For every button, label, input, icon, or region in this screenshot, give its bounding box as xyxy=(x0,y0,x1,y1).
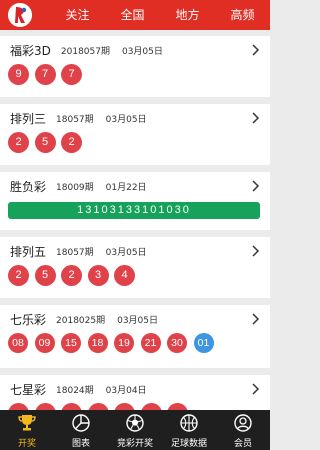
red-ball: 18 xyxy=(87,333,108,353)
red-ball: 7 xyxy=(61,64,82,85)
lottery-name: 福彩3D xyxy=(10,43,51,58)
card-header: 排列五 18057期 03月05日 xyxy=(10,243,147,259)
nav-item-football-data[interactable]: 足球数据 xyxy=(162,410,216,450)
red-ball: 2 xyxy=(61,132,82,153)
nav-item-draw[interactable]: 开奖 xyxy=(0,410,54,450)
top-header: 关注 全国 地方 高频 xyxy=(0,0,270,30)
tab-high-frequency[interactable]: 高频 xyxy=(215,0,270,30)
lottery-name: 排列五 xyxy=(10,244,47,259)
card-header: 七星彩 18024期 03月04日 xyxy=(10,381,147,397)
red-ball: 08 xyxy=(8,333,28,353)
red-ball: 21 xyxy=(140,333,161,353)
red-ball: 9 xyxy=(8,64,29,85)
ball-row: 9 7 7 xyxy=(8,64,88,85)
chevron-right-icon[interactable] xyxy=(250,44,260,56)
nav-label: 足球数据 xyxy=(170,439,207,449)
lottery-date: 03月05日 xyxy=(121,46,163,57)
lottery-card-fc3d[interactable]: 福彩3D 2018057期 03月05日 9 7 7 xyxy=(0,36,270,97)
nav-item-member[interactable]: 会员 xyxy=(216,410,270,450)
lottery-date: 03月05日 xyxy=(105,114,147,125)
ball-row: 2 5 2 3 4 xyxy=(8,265,141,286)
red-ball: 3 xyxy=(87,265,109,286)
card-header: 七乐彩 2018025期 03月05日 xyxy=(10,311,158,327)
lottery-date: 03月05日 xyxy=(117,315,159,326)
lottery-date: 03月04日 xyxy=(105,385,147,396)
nav-label: 开奖 xyxy=(17,439,36,449)
user-icon xyxy=(234,414,252,432)
red-ball: 19 xyxy=(114,333,134,353)
chevron-right-icon[interactable] xyxy=(250,245,260,257)
red-ball: 2 xyxy=(8,265,29,286)
tab-local[interactable]: 地方 xyxy=(160,0,215,30)
lottery-card-pl3[interactable]: 排列三 18057期 03月05日 2 5 2 xyxy=(0,104,270,165)
app: 关注 全国 地方 高频 福彩3D 2018057期 03月05日 9 7 7 排… xyxy=(0,0,270,450)
app-logo-icon xyxy=(8,3,32,27)
lottery-name: 胜负彩 xyxy=(10,179,47,194)
red-ball: 2 xyxy=(8,132,29,153)
lottery-card-qlc[interactable]: 七乐彩 2018025期 03月05日 08 09 15 18 19 21 30… xyxy=(0,305,270,368)
nav-label: 会员 xyxy=(233,439,252,449)
chevron-right-icon[interactable] xyxy=(250,313,260,325)
lottery-card-sfc[interactable]: 胜负彩 18009期 01月22日 13103133101030 xyxy=(0,172,270,230)
nav-label: 图表 xyxy=(71,439,90,449)
header-tabs: 关注 全国 地方 高频 xyxy=(50,0,270,30)
chart-icon xyxy=(72,414,90,432)
trophy-icon xyxy=(18,415,36,431)
red-ball: 5 xyxy=(34,132,56,153)
match-result-bar: 13103133101030 xyxy=(8,202,260,219)
red-ball: 7 xyxy=(34,64,56,85)
red-ball: 30 xyxy=(167,333,187,353)
bottom-nav: 开奖 图表 竞彩开奖 足球数据 会员 xyxy=(0,410,270,450)
chevron-right-icon[interactable] xyxy=(250,383,260,395)
chevron-right-icon[interactable] xyxy=(250,180,260,192)
nav-item-chart[interactable]: 图表 xyxy=(54,410,108,450)
ball-row: 2 5 2 xyxy=(8,132,88,153)
tab-follow[interactable]: 关注 xyxy=(50,0,105,30)
lottery-issue: 18057期 xyxy=(56,247,94,258)
lottery-name: 七星彩 xyxy=(10,382,47,397)
lottery-issue: 18009期 xyxy=(56,182,94,193)
lottery-issue: 2018025期 xyxy=(56,315,106,326)
card-header: 排列三 18057期 03月05日 xyxy=(10,110,147,126)
nav-label: 竞彩开奖 xyxy=(116,439,153,449)
tab-national[interactable]: 全国 xyxy=(105,0,160,30)
lottery-issue: 2018057期 xyxy=(60,46,110,57)
soccer-icon xyxy=(126,414,144,432)
lottery-name: 排列三 xyxy=(10,111,47,126)
lottery-card-pl5[interactable]: 排列五 18057期 03月05日 2 5 2 3 4 xyxy=(0,237,270,298)
lottery-list: 福彩3D 2018057期 03月05日 9 7 7 排列三 18057期 03… xyxy=(0,36,270,443)
red-ball: 15 xyxy=(61,333,81,353)
lottery-name: 七乐彩 xyxy=(10,312,47,327)
lottery-date: 03月05日 xyxy=(105,247,147,258)
red-ball: 4 xyxy=(114,265,135,286)
chevron-right-icon[interactable] xyxy=(250,112,260,124)
red-ball: 5 xyxy=(34,265,56,286)
basketball-icon xyxy=(180,414,198,432)
card-header: 福彩3D 2018057期 03月05日 xyxy=(10,42,163,58)
lottery-date: 01月22日 xyxy=(105,182,147,193)
card-header: 胜负彩 18009期 01月22日 xyxy=(10,178,147,194)
lottery-issue: 18057期 xyxy=(56,114,94,125)
red-ball: 2 xyxy=(61,265,82,286)
nav-item-sports-draw[interactable]: 竞彩开奖 xyxy=(108,410,162,450)
blue-ball: 01 xyxy=(193,333,214,353)
red-ball: 09 xyxy=(34,333,55,353)
ball-row: 08 09 15 18 19 21 30 01 xyxy=(8,333,220,353)
lottery-issue: 18024期 xyxy=(56,385,94,396)
